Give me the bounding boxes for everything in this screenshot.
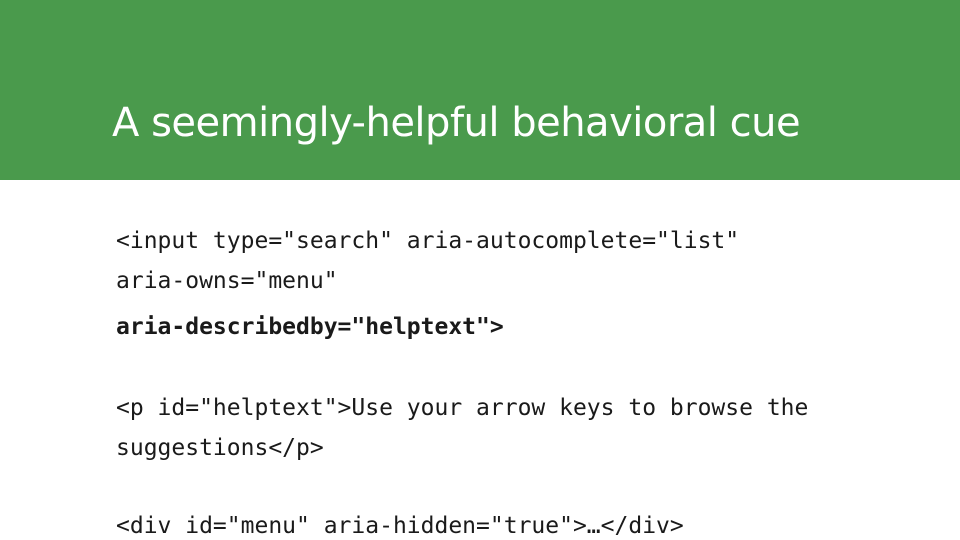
code-line-input-open: <input type="search" aria-autocomplete="…	[116, 228, 740, 254]
code-line-helptext-close: suggestions</p>	[116, 435, 324, 461]
code-line-aria-owns: aria-owns="menu"	[116, 268, 338, 294]
title-banner: A seemingly-helpful behavioral cue	[0, 0, 960, 180]
slide: A seemingly-helpful behavioral cue <inpu…	[0, 0, 960, 540]
code-line-helptext-paragraph: <p id="helptext">Use your arrow keys to …	[116, 395, 809, 421]
code-line-aria-describedby: aria-describedby="helptext">	[116, 314, 504, 340]
code-line-menu-div: <div id="menu" aria-hidden="true">…</div…	[116, 513, 684, 539]
slide-title: A seemingly-helpful behavioral cue	[112, 100, 801, 146]
